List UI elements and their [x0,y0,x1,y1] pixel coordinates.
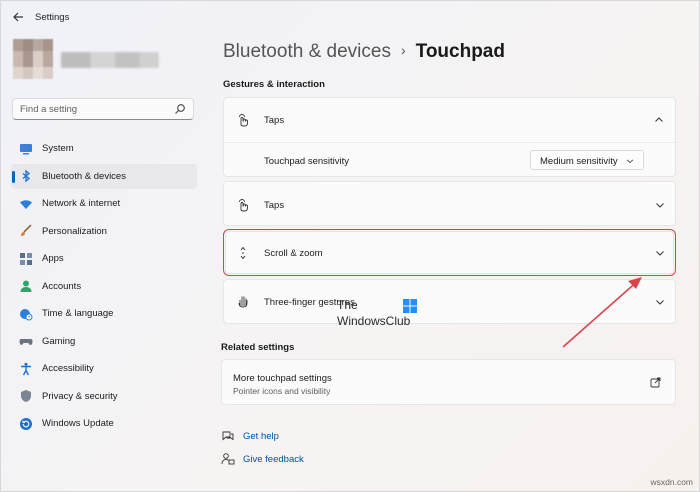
sidebar-item-label: Gaming [42,335,76,347]
brush-icon [21,224,32,236]
sidebar-item-accessibility[interactable]: Accessibility [11,356,197,381]
sidebar-item-windows-update[interactable]: Windows Update [11,411,197,436]
help-icon [222,431,234,441]
page-title: Touchpad [415,41,505,62]
sidebar-item-time-language[interactable]: Time & language [11,301,197,326]
watermark-line2: WindowsClub [337,314,411,328]
sidebar-item-label: Time & language [42,308,114,319]
sidebar-item-label: Network & internet [42,198,121,209]
settings-window: Settings System Bluetooth & devices Netw… [0,0,700,492]
system-icon [20,143,32,154]
sidebar-item-label: Bluetooth & devices [42,170,126,182]
taps-label: Taps [264,115,285,126]
taps-expanded-header[interactable]: Taps [224,98,675,142]
breadcrumb-separator: › [400,42,406,58]
apps-icon [20,252,32,265]
three-finger-hand-icon [238,296,248,308]
search-icon[interactable] [174,103,186,115]
update-icon [20,417,32,430]
chevron-down-icon [626,159,634,164]
title-bar: Settings [1,1,700,35]
tap-hand-icon [239,199,248,212]
bluetooth-icon [22,169,31,183]
chevron-down-icon[interactable] [655,200,665,210]
feedback-icon [221,453,235,465]
sidebar-item-label: Privacy & security [42,390,118,402]
sidebar-item-apps[interactable]: Apps [11,246,197,271]
more-touchpad-settings-subtitle: Pointer icons and visibility [233,386,331,396]
sidebar-item-label: System [42,143,74,154]
chevron-down-icon[interactable] [655,297,665,307]
globe-clock-icon [20,308,33,320]
sidebar-item-accounts[interactable]: Accounts [11,274,197,299]
windows-logo-icon [403,299,417,313]
annotation-arrow [562,277,642,348]
sidebar-item-label: Accessibility [42,363,94,374]
give-feedback-text: Give feedback [243,453,304,465]
more-touchpad-settings-card[interactable]: More touchpad settings Pointer icons and… [221,359,676,405]
section-title-related: Related settings [221,342,295,353]
sidebar-item-personalization[interactable]: Personalization [11,219,197,244]
app-title: Settings [35,12,70,23]
watermark-line1: The [337,298,358,312]
sidebar-item-label: Accounts [42,280,82,292]
breadcrumb-parent[interactable]: Bluetooth & devices [223,41,391,62]
sidebar-item-privacy-security[interactable]: Privacy & security [11,384,197,409]
chevron-up-icon[interactable] [654,115,664,125]
sensitivity-value: Medium sensitivity [540,156,618,167]
sidebar-item-label: Apps [42,253,64,264]
sidebar-item-gaming[interactable]: Gaming [11,329,197,354]
profile-name-blurred [61,52,159,68]
taps-label: Taps [264,200,285,211]
sensitivity-dropdown[interactable]: Medium sensitivity [530,150,644,170]
taps-card[interactable]: Taps [223,181,676,226]
give-feedback-link[interactable]: Give feedback [221,452,304,466]
divider [224,142,675,143]
sidebar-item-label: Personalization [42,225,107,237]
section-title-gestures: Gestures & interaction [223,79,325,90]
open-external-icon[interactable] [650,377,661,388]
search-box[interactable] [12,98,194,120]
taps-expanded-card: Taps Touchpad sensitivity Medium sensiti… [223,97,676,177]
wifi-icon [20,199,32,209]
tap-hand-icon [239,114,248,127]
site-watermark: wsxdn.com [650,477,693,487]
sidebar-item-bluetooth-devices[interactable]: Bluetooth & devices [11,163,197,189]
avatar[interactable] [13,39,53,79]
back-button[interactable] [11,11,25,25]
more-touchpad-settings-title: More touchpad settings [233,373,332,384]
touchpad-sensitivity-label: Touchpad sensitivity [264,156,350,167]
back-arrow-icon [13,12,23,22]
accessibility-icon [21,362,31,375]
get-help-link[interactable]: Get help [221,429,279,443]
get-help-text: Get help [243,430,279,442]
sidebar-item-system[interactable]: System [11,136,197,161]
watermark: The WindowsClub [337,298,427,330]
sidebar-nav: System Bluetooth & devices Network & int… [11,136,197,439]
search-input[interactable] [20,102,170,117]
breadcrumb: Bluetooth & devices › Touchpad [223,41,505,63]
sidebar-item-label: Windows Update [42,418,114,429]
sidebar-item-network-internet[interactable]: Network & internet [11,191,197,216]
person-icon [20,280,32,292]
controller-icon [19,339,33,345]
shield-icon [21,390,31,402]
